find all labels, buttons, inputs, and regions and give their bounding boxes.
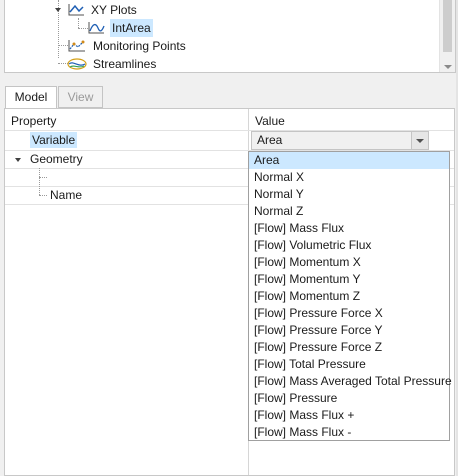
scroll-thumb[interactable] [443,0,452,52]
tree-item-label: IntArea [110,19,153,37]
dropdown-option[interactable]: Area [249,152,449,169]
tree-item-intarea[interactable]: IntArea [5,19,435,37]
tree-item-streamlines[interactable]: Streamlines [5,55,435,72]
expand-caret-icon[interactable] [15,158,21,162]
dropdown-option[interactable]: [Flow] Pressure Force Z [249,339,449,356]
geometry-property-label: Geometry [30,152,83,166]
expand-caret-icon[interactable] [55,8,61,12]
tree-item-label: XY Plots [91,3,137,17]
dropdown-option[interactable]: Normal Y [249,186,449,203]
monitor-points-icon [68,40,85,52]
dropdown-option[interactable]: [Flow] Mass Flux + [249,407,449,424]
dropdown-option[interactable]: [Flow] Mass Flux - [249,424,449,441]
dropdown-option[interactable]: [Flow] Pressure [249,390,449,407]
streamlines-icon [67,58,87,70]
chevron-down-icon [416,139,424,143]
scroll-down-arrow-icon[interactable] [444,65,452,69]
variable-dropdown-list[interactable]: Area Normal X Normal Y Normal Z [Flow] Mass … [248,151,452,441]
tab-model[interactable]: Model [5,86,57,109]
value-column-header[interactable]: Value [255,112,285,130]
dropdown-option[interactable]: [Flow] Momentum X [249,254,449,271]
tree-item-xy-plots[interactable]: XY Plots [5,1,435,19]
dropdown-option[interactable]: Normal X [249,169,449,186]
tree-item-monitoring-points[interactable]: Monitoring Points [5,37,435,55]
dropdown-option[interactable]: [Flow] Momentum Z [249,288,449,305]
name-property-row[interactable]: Name [5,186,245,204]
dropdown-option[interactable]: [Flow] Pressure Force X [249,305,449,322]
combobox-dropdown-button[interactable] [411,132,428,149]
dropdown-option[interactable]: [Flow] Volumetric Flux [249,237,449,254]
variable-combobox[interactable]: Area [251,131,429,150]
tree-item-label: Monitoring Points [93,39,186,53]
tree-scrollbar[interactable] [439,0,455,72]
variable-property-label[interactable]: Variable [30,132,78,148]
variable-combobox-value: Area [257,133,283,147]
dropdown-option[interactable]: Normal Z [249,203,449,220]
tree-guide-line [39,177,47,178]
dropdown-option[interactable]: [Flow] Mass Flux [249,220,449,237]
line-plot-icon [88,22,105,34]
geometry-property-row[interactable]: Geometry [5,150,245,168]
outline-tree[interactable]: XY Plots IntArea Monitoring Points Strea… [4,0,456,73]
dropdown-option[interactable]: [Flow] Pressure Force Y [249,322,449,339]
dropdown-option[interactable]: [Flow] Total Pressure [249,356,449,373]
tab-view[interactable]: View [58,86,103,108]
dropdown-option[interactable]: [Flow] Momentum Y [249,271,449,288]
dropdown-option[interactable]: [Flow] Mass Averaged Total Pressure [249,373,452,390]
name-property-label: Name [50,188,83,202]
tree-item-label: Streamlines [93,57,157,71]
property-column-header[interactable]: Property [11,112,56,130]
xy-plot-icon [68,4,84,16]
